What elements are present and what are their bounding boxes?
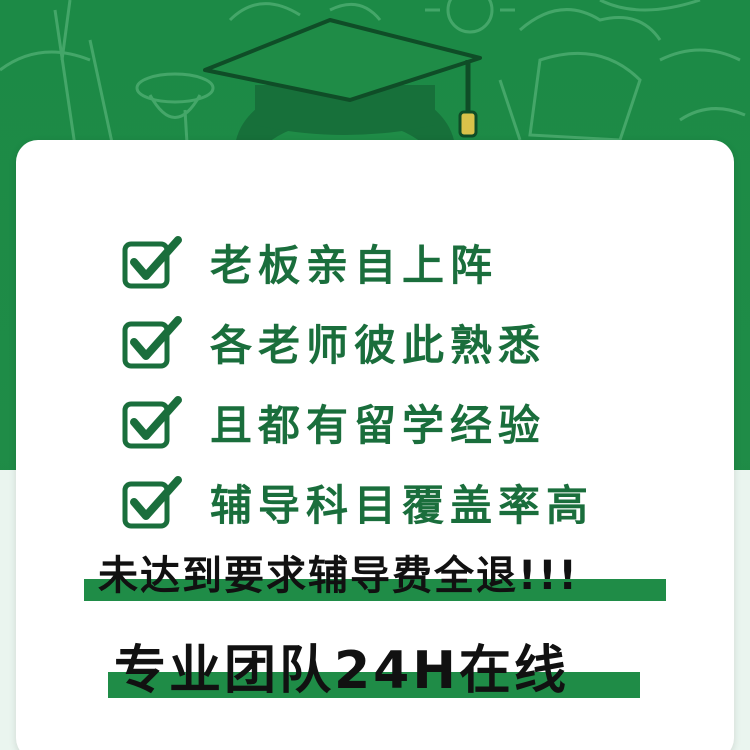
- team-banner: 专业团队24H在线: [108, 628, 648, 704]
- team-online-text: 专业团队24H在线: [114, 641, 569, 701]
- checkbox-checked-icon: [122, 476, 182, 529]
- feature-label: 辅导科目覆盖率高: [210, 480, 595, 530]
- feature-label: 各老师彼此熟悉: [210, 320, 547, 370]
- feature-item-experience: 且都有留学经验: [122, 382, 682, 462]
- promo-poster: 老板亲自上阵 各老师彼此熟悉 且都有留学经验 辅导科目覆盖率高 未达到要求辅导费…: [0, 0, 750, 750]
- feature-item-coverage: 辅导科目覆盖率高: [122, 462, 682, 542]
- feature-label: 且都有留学经验: [210, 400, 547, 450]
- checkbox-checked-icon: [122, 396, 182, 449]
- feature-label: 老板亲自上阵: [210, 240, 499, 290]
- feature-item-teachers: 各老师彼此熟悉: [122, 302, 682, 382]
- feature-item-boss: 老板亲自上阵: [122, 222, 682, 302]
- checkbox-checked-icon: [122, 316, 182, 369]
- checkbox-checked-icon: [122, 236, 182, 289]
- refund-text: 未达到要求辅导费全退!!!: [98, 553, 579, 599]
- feature-checklist: 老板亲自上阵 各老师彼此熟悉 且都有留学经验 辅导科目覆盖率高: [122, 222, 682, 542]
- refund-banner: 未达到要求辅导费全退!!!: [84, 543, 684, 607]
